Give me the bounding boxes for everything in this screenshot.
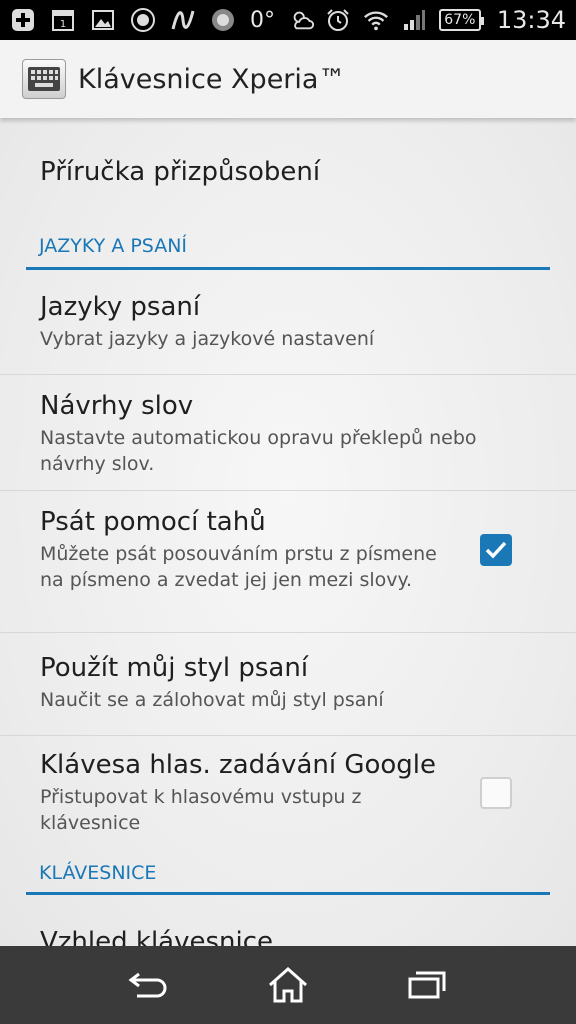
home-icon — [268, 966, 307, 1003]
pref-summary: Přistupovat k hlasovému vstupu z klávesn… — [40, 786, 362, 834]
category-label: JAZYKY A PSANÍ — [39, 235, 188, 257]
recents-icon — [408, 971, 446, 999]
pref-summary: Vybrat jazyky a jazykové nastavení — [40, 328, 375, 350]
app-title: Klávesnice Xperia™ — [78, 63, 346, 95]
wifi-icon — [363, 8, 389, 32]
pref-title: Použít můj styl psaní — [40, 653, 309, 683]
gesture-input-checkbox[interactable] — [480, 534, 512, 566]
notification-icons: 1 0° — [10, 8, 325, 33]
pref-title: Jazyky psaní — [40, 292, 201, 322]
temperature-text: 0° — [250, 7, 275, 33]
action-bar: Klávesnice Xperia™ — [0, 40, 576, 118]
clock: 13:34 — [496, 6, 566, 34]
pref-google-voice-key[interactable]: Klávesa hlas. zadávání Google Přistupova… — [0, 736, 576, 854]
pref-summary: Naučit se a zálohovat můj styl psaní — [40, 689, 384, 711]
app-badge-icon — [130, 8, 156, 32]
pref-word-suggestions[interactable]: Návrhy slov Nastavte automatickou opravu… — [0, 375, 576, 491]
battery-indicator: 67% — [438, 9, 484, 31]
category-keyboard-header: KLÁVESNICE — [26, 854, 550, 895]
pref-title: Klávesa hlas. zadávání Google — [40, 750, 437, 780]
weather-icon — [289, 8, 315, 32]
category-label: KLÁVESNICE — [39, 862, 157, 884]
back-button[interactable] — [119, 960, 179, 1010]
pref-typing-languages[interactable]: Jazyky psaní Vybrat jazyky a jazykové na… — [0, 270, 576, 375]
svg-text:1: 1 — [60, 19, 66, 30]
google-voice-key-checkbox[interactable] — [480, 777, 512, 809]
pref-customization-guide[interactable]: Příručka přizpůsobení — [0, 118, 576, 225]
settings-list[interactable]: Příručka přizpůsobení JAZYKY A PSANÍ Jaz… — [0, 118, 576, 946]
pref-title: Návrhy slov — [40, 391, 194, 421]
home-button[interactable] — [258, 960, 318, 1010]
plus-icon — [10, 8, 36, 32]
gesture-icon — [170, 8, 196, 32]
pref-my-writing-style[interactable]: Použít můj styl psaní Naučit se a záloho… — [0, 633, 576, 736]
calendar-icon: 1 — [50, 8, 76, 32]
pref-gesture-input[interactable]: Psát pomocí tahů Můžete psát posouváním … — [0, 491, 576, 633]
check-icon — [485, 541, 507, 559]
pref-title: Vzhled klávesnice — [40, 927, 274, 946]
record-icon — [210, 8, 236, 32]
system-icons: 67% 13:34 — [325, 6, 566, 34]
keyboard-app-icon[interactable] — [22, 59, 66, 99]
navigation-bar — [0, 946, 576, 1024]
pref-title: Psát pomocí tahů — [40, 507, 266, 537]
image-icon — [90, 8, 116, 32]
category-languages-header: JAZYKY A PSANÍ — [26, 225, 550, 270]
back-icon — [128, 972, 167, 998]
recents-button[interactable] — [397, 960, 457, 1010]
pref-summary: Nastavte automatickou opravu překlepů ne… — [40, 427, 477, 475]
pref-partial-item[interactable]: Vzhled klávesnice — [0, 895, 576, 946]
pref-summary: Můžete psát posouváním prstu z písmene n… — [40, 543, 437, 591]
alarm-icon — [325, 8, 351, 32]
signal-icon — [401, 8, 427, 32]
pref-title: Příručka přizpůsobení — [40, 156, 321, 187]
status-bar: 1 0° 67% 13:34 — [0, 0, 576, 40]
